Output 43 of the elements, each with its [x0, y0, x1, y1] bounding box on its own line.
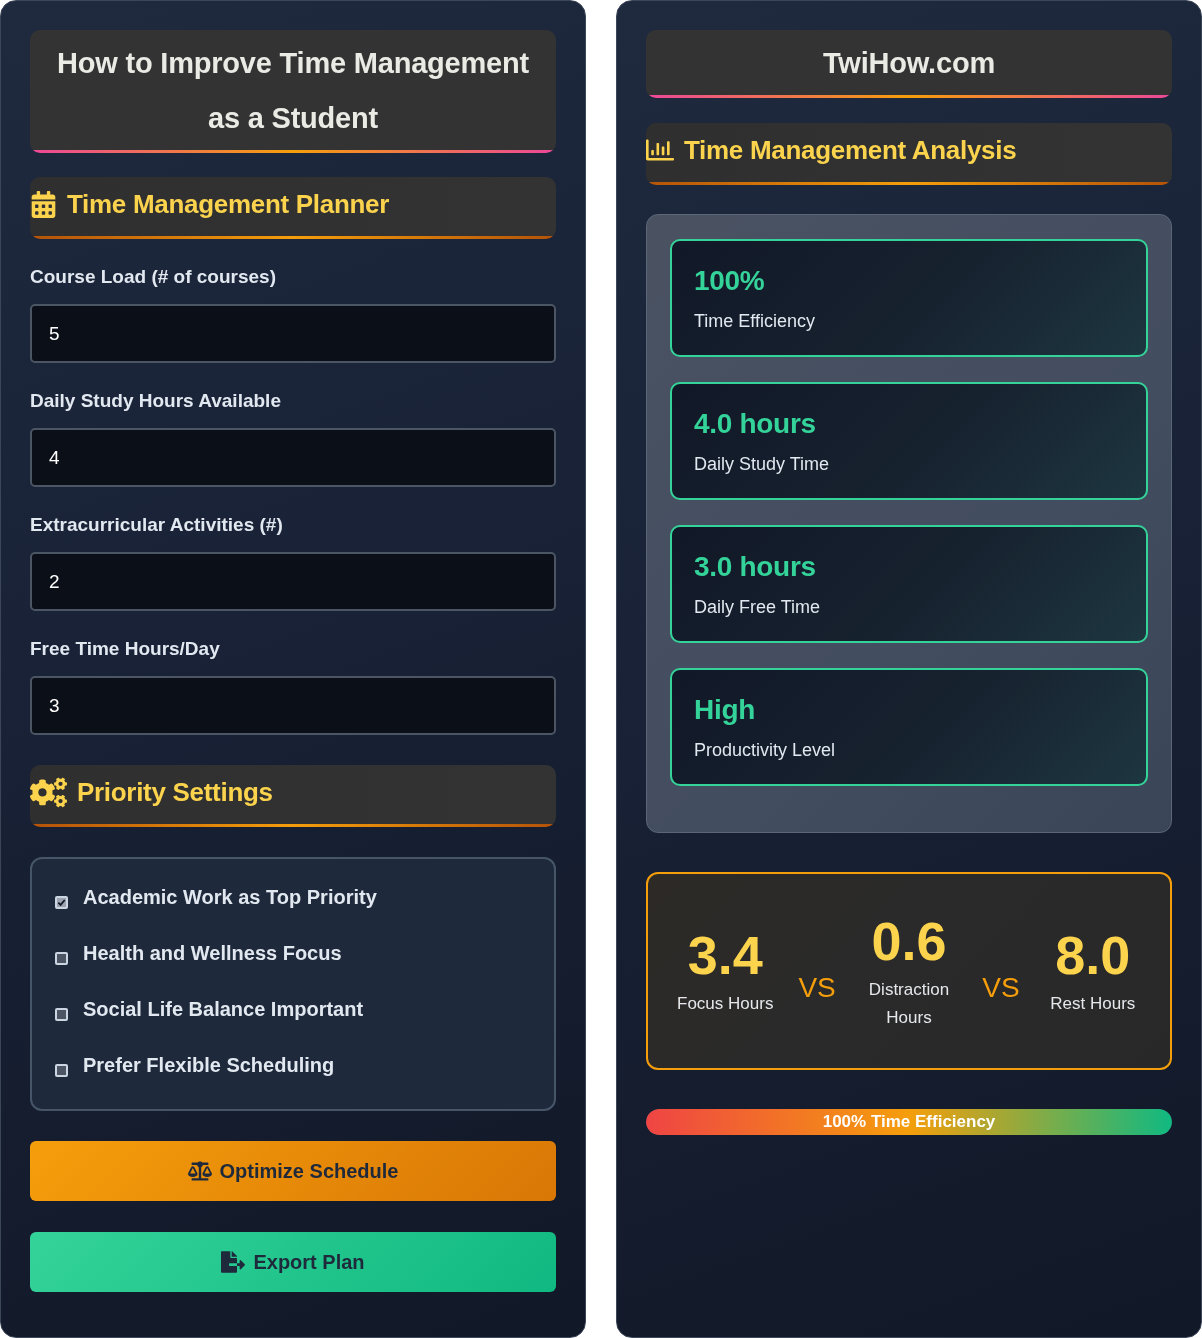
- file-arrow-icon: [221, 1250, 246, 1274]
- metric-label: Productivity Level: [694, 739, 836, 762]
- stat-label: Distraction Hours: [867, 979, 951, 1029]
- metric-label: Daily Free Time: [694, 596, 821, 619]
- vs-label: VS: [982, 971, 1020, 1005]
- field-label: Free Time Hours/Day: [30, 637, 221, 661]
- section-title: Priority Settings: [77, 776, 273, 808]
- number-input[interactable]: 3: [30, 676, 556, 735]
- progress-label: 100% Time Efficiency: [822, 1112, 996, 1132]
- export-button[interactable]: Export Plan: [30, 1232, 556, 1292]
- metric-value: 3.0 hours: [694, 550, 816, 584]
- metric-label: Daily Study Time: [694, 453, 830, 476]
- site-title: TwiHow.com: [646, 30, 1172, 98]
- stat-label: Focus Hours: [677, 993, 774, 1015]
- vs-label: VS: [798, 971, 836, 1005]
- metric-value: 100%: [694, 264, 765, 298]
- section-title: Time Management Analysis: [684, 134, 1017, 166]
- stat-value: 0.6: [871, 910, 947, 972]
- metric-label: Time Efficiency: [694, 310, 816, 333]
- metric-value: 4.0 hours: [694, 407, 816, 441]
- stat-value: 8.0: [1055, 924, 1131, 986]
- checkbox-label: Prefer Flexible Scheduling: [83, 1053, 335, 1078]
- section-title: Time Management Planner: [67, 188, 390, 220]
- checkbox-label: Health and Wellness Focus: [83, 941, 342, 966]
- checkbox-label: Academic Work as Top Priority: [83, 885, 377, 910]
- number-input[interactable]: 4: [30, 428, 556, 487]
- page-title: How to Improve Time Management as a Student: [30, 30, 556, 153]
- checkbox[interactable]: [55, 895, 68, 909]
- stat-value: 3.4: [687, 924, 763, 986]
- optimize-button[interactable]: Optimize Schedule: [30, 1141, 556, 1201]
- scale-icon: [187, 1159, 212, 1183]
- metric-value: High: [694, 693, 755, 727]
- number-input[interactable]: 2: [30, 552, 556, 611]
- checkbox-label: Social Life Balance Important: [83, 997, 364, 1022]
- field-label: Extracurricular Activities (#): [30, 513, 284, 537]
- checkbox[interactable]: [55, 1007, 68, 1021]
- number-input[interactable]: 5: [30, 304, 556, 363]
- checkbox[interactable]: [55, 951, 68, 965]
- stat-label: Rest Hours: [1050, 993, 1136, 1015]
- field-label: Course Load (# of courses): [30, 265, 277, 289]
- field-label: Daily Study Hours Available: [30, 389, 282, 413]
- calendar-icon: [30, 190, 57, 218]
- checkbox[interactable]: [55, 1063, 68, 1077]
